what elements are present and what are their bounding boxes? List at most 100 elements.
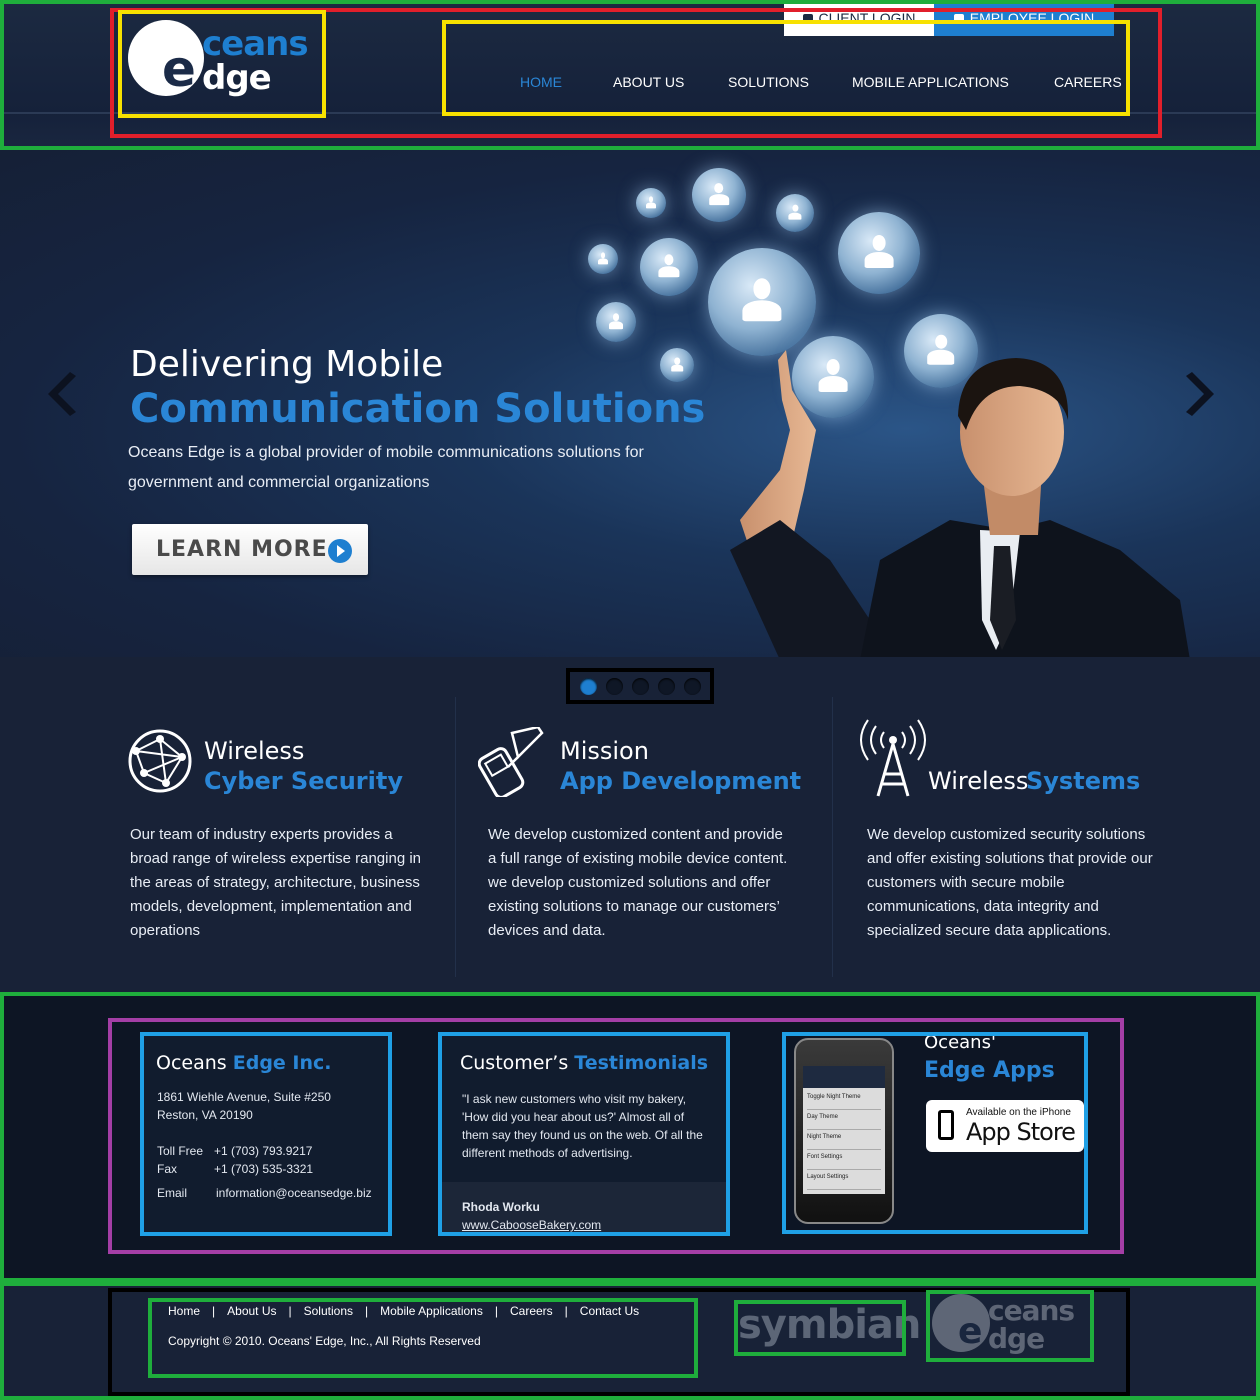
user-group-bubble-icon bbox=[838, 212, 920, 294]
network-bubble-icon bbox=[660, 348, 694, 382]
testimonial-site-link[interactable]: www.CabooseBakery.com bbox=[462, 1216, 601, 1234]
phone-screen: Toggle Night Theme Day Theme Night Theme… bbox=[803, 1066, 885, 1194]
slider-prev-arrow[interactable] bbox=[46, 372, 76, 416]
footer-link-mobile-applications[interactable]: Mobile Applications bbox=[380, 1304, 483, 1318]
testimonial-title-highlight: Testimonials bbox=[574, 1052, 709, 1074]
fax-label: Fax bbox=[157, 1162, 178, 1176]
site-footer: Home | About Us | Solutions | Mobile Applicati… bbox=[0, 1282, 1260, 1400]
chevron-left-icon bbox=[48, 372, 76, 416]
slider-dot-1[interactable] bbox=[580, 678, 597, 695]
hero-title-line1: Delivering Mobile bbox=[130, 344, 444, 385]
phone-row: Day Theme bbox=[807, 1112, 881, 1130]
feature-title-plain: Wireless bbox=[928, 767, 1029, 795]
feature-title-highlight: Cyber Security bbox=[204, 767, 403, 795]
phone-row: Night Theme bbox=[807, 1132, 881, 1150]
slider-dot-2[interactable] bbox=[606, 678, 623, 695]
app-store-line1: Available on the iPhone bbox=[966, 1107, 1071, 1118]
divider bbox=[832, 697, 833, 977]
iphone-icon bbox=[938, 1110, 954, 1140]
user-bubble-icon bbox=[636, 188, 666, 218]
slider-dot-3[interactable] bbox=[632, 678, 649, 695]
phone-app-header bbox=[803, 1066, 885, 1088]
testimonial-title-plain: Customer’s bbox=[460, 1052, 569, 1074]
apps-title-highlight: Edge Apps bbox=[924, 1058, 1055, 1083]
footer-link-about-us[interactable]: About Us bbox=[227, 1304, 276, 1318]
user-bubble-icon bbox=[776, 194, 814, 232]
fax-value: +1 (703) 535-3321 bbox=[214, 1162, 314, 1176]
nav-about-us[interactable]: ABOUT US bbox=[613, 74, 684, 90]
footer-separator: | bbox=[288, 1304, 292, 1318]
footer-logo[interactable]: e ceans dge bbox=[930, 1292, 1090, 1356]
nav-mobile-applications[interactable]: MOBILE APPLICATIONS bbox=[852, 74, 1009, 90]
feature-title-plain: Wireless bbox=[204, 737, 305, 765]
contact-title-highlight: Edge Inc. bbox=[232, 1052, 332, 1074]
learn-more-button[interactable]: LEARN MORE bbox=[132, 524, 368, 575]
user-bubble-icon bbox=[640, 238, 698, 296]
phone-row: Layout Settings bbox=[807, 1172, 881, 1190]
mobile-phone-icon bbox=[478, 727, 544, 797]
nav-careers[interactable]: CAREERS bbox=[1054, 74, 1122, 90]
feature-text: We develop customized security solutions… bbox=[867, 826, 1153, 939]
email-link[interactable]: information@oceansedge.biz bbox=[216, 1184, 372, 1202]
hero-description: Oceans Edge is a global provider of mobi… bbox=[128, 444, 644, 491]
businessman-image bbox=[730, 350, 1190, 657]
email-label: Email bbox=[157, 1186, 188, 1200]
testimonial-panel: Customer’s Testimonials "I ask new custo… bbox=[442, 1036, 726, 1232]
nav-solutions[interactable]: SOLUTIONS bbox=[728, 74, 809, 90]
info-section: Oceans Edge Inc. 1861 Wiehle Avenue, Sui… bbox=[0, 992, 1260, 1282]
hero-title-line2: Communication Solutions bbox=[130, 386, 706, 432]
divider bbox=[455, 697, 456, 977]
logo-letter: e bbox=[958, 1311, 983, 1352]
network-bubble-icon bbox=[692, 168, 746, 222]
footer-separator: | bbox=[564, 1304, 568, 1318]
globe-network-icon bbox=[128, 729, 192, 793]
user-bubble-icon bbox=[596, 302, 636, 342]
radio-tower-icon bbox=[860, 719, 926, 797]
tollfree-value: +1 (703) 793.9217 bbox=[214, 1144, 313, 1158]
address-line2: Reston, VA 20190 bbox=[157, 1108, 253, 1122]
app-store-line2: App Store bbox=[966, 1118, 1076, 1146]
site-header: CLIENT LOGIN EMPLOYEE LOGIN e ceans dge … bbox=[0, 0, 1260, 150]
feature-title-plain: Mission bbox=[560, 737, 649, 765]
logo-word-bottom: dge bbox=[988, 1322, 1045, 1355]
footer-separator: | bbox=[365, 1304, 369, 1318]
apps-title-plain: Oceans' bbox=[924, 1032, 996, 1053]
footer-link-contact-us[interactable]: Contact Us bbox=[580, 1304, 639, 1318]
feature-text: We develop customized content and provid… bbox=[488, 826, 788, 939]
contact-title-plain: Oceans bbox=[156, 1052, 227, 1074]
play-arrow-icon bbox=[328, 539, 352, 563]
tollfree-label: Toll Free bbox=[157, 1144, 204, 1158]
features-section: Wireless Cyber Security Our team of indu… bbox=[0, 657, 1260, 992]
learn-more-label: LEARN MORE bbox=[156, 537, 328, 562]
testimonial-quote: "I ask new customers who visit my bakery… bbox=[462, 1092, 703, 1160]
footer-link-solutions[interactable]: Solutions bbox=[304, 1304, 353, 1318]
app-store-badge[interactable]: Available on the iPhone App Store bbox=[926, 1100, 1084, 1152]
footer-link-home[interactable]: Home bbox=[168, 1304, 200, 1318]
contact-panel: Oceans Edge Inc. 1861 Wiehle Avenue, Sui… bbox=[144, 1036, 388, 1232]
user-bubble-icon bbox=[588, 244, 618, 274]
footer-link-careers[interactable]: Careers bbox=[510, 1304, 553, 1318]
symbian-logo[interactable]: symbian bbox=[738, 1302, 921, 1348]
apps-panel: Toggle Night Theme Day Theme Night Theme… bbox=[786, 1032, 1084, 1232]
hero-slider: Delivering Mobile Communication Solution… bbox=[0, 150, 1260, 657]
testimonial-title: Customer’s Testimonials bbox=[460, 1052, 708, 1074]
feature-title-highlight: Systems bbox=[1026, 767, 1141, 795]
feature-text: Our team of industry experts provides a … bbox=[130, 826, 421, 939]
footer-separator: | bbox=[494, 1304, 498, 1318]
slider-pagination bbox=[570, 673, 710, 701]
contact-title: Oceans Edge Inc. bbox=[156, 1052, 332, 1074]
footer-separator: | bbox=[212, 1304, 216, 1318]
main-nav: HOME ABOUT US SOLUTIONS MOBILE APPLICATI… bbox=[446, 24, 1128, 114]
iphone-image: Toggle Night Theme Day Theme Night Theme… bbox=[794, 1038, 894, 1224]
footer-nav: Home | About Us | Solutions | Mobile Applicati… bbox=[168, 1304, 639, 1318]
lock-icon bbox=[953, 13, 964, 23]
lock-icon bbox=[802, 13, 813, 23]
nav-home[interactable]: HOME bbox=[520, 74, 562, 90]
address-line1: 1861 Wiehle Avenue, Suite #250 bbox=[157, 1090, 331, 1104]
logo-letter: e bbox=[162, 40, 196, 98]
feature-title-highlight: App Development bbox=[560, 767, 802, 795]
slider-dot-5[interactable] bbox=[684, 678, 701, 695]
copyright-text: Copyright © 2010. Oceans' Edge, Inc., Al… bbox=[168, 1334, 481, 1348]
logo[interactable]: e ceans dge bbox=[126, 18, 326, 98]
slider-dot-4[interactable] bbox=[658, 678, 675, 695]
